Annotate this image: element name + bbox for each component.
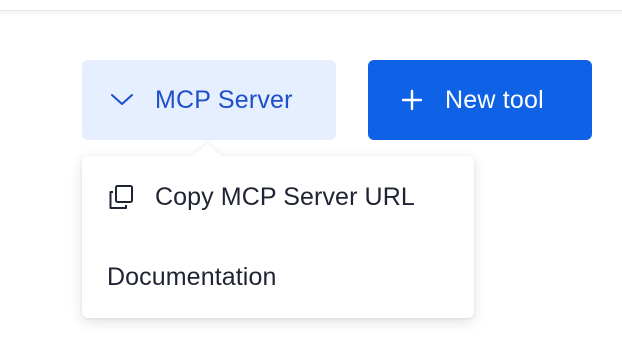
mcp-server-dropdown-menu: Copy MCP Server URL Documentation bbox=[82, 144, 474, 318]
chevron-down-icon bbox=[109, 92, 135, 108]
new-tool-button[interactable]: New tool bbox=[368, 60, 592, 140]
dropdown-pointer bbox=[191, 144, 223, 157]
mcp-server-label: MCP Server bbox=[155, 85, 293, 114]
top-bar-divider bbox=[0, 0, 622, 11]
new-tool-label: New tool bbox=[445, 85, 544, 114]
menu-item-label: Documentation bbox=[107, 262, 277, 291]
menu-item-documentation[interactable]: Documentation bbox=[82, 242, 474, 312]
menu-item-label: Copy MCP Server URL bbox=[155, 182, 415, 211]
menu-item-copy-mcp-server-url[interactable]: Copy MCP Server URL bbox=[82, 162, 474, 232]
plus-icon bbox=[401, 89, 423, 111]
mcp-server-button[interactable]: MCP Server bbox=[82, 60, 336, 140]
copy-icon bbox=[107, 183, 135, 211]
